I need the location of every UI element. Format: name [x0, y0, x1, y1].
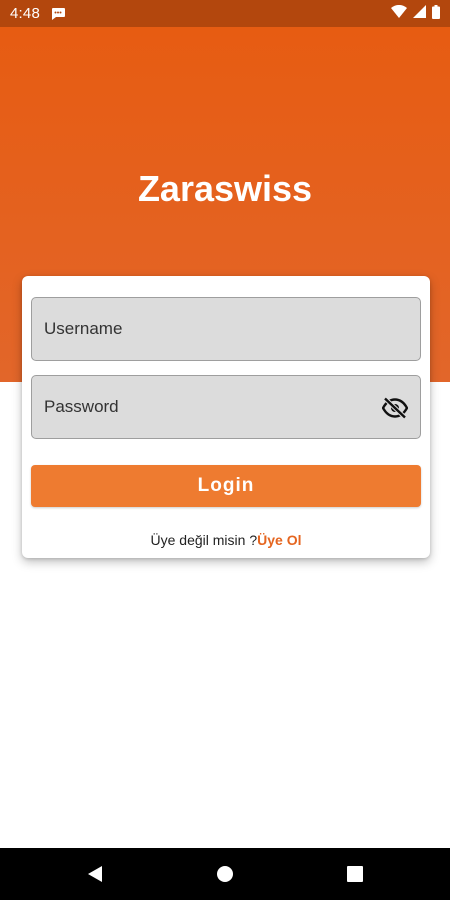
chat-notification-icon	[50, 7, 66, 21]
login-button[interactable]: Login	[31, 465, 421, 507]
eye-off-icon[interactable]	[382, 395, 408, 421]
signup-prompt: Üye değil misin ?	[150, 532, 258, 548]
signal-icon	[413, 5, 426, 22]
signup-link[interactable]: Üye Ol	[257, 532, 301, 548]
status-icons	[391, 4, 440, 23]
password-input[interactable]	[32, 376, 420, 438]
wifi-icon	[391, 4, 407, 22]
signup-row: Üye değil misin ?Üye Ol	[22, 532, 430, 548]
username-field[interactable]	[31, 297, 421, 361]
home-icon[interactable]	[215, 864, 235, 884]
login-card: Login Üye değil misin ?Üye Ol	[22, 276, 430, 558]
username-input[interactable]	[32, 298, 420, 360]
back-icon[interactable]	[85, 864, 105, 884]
battery-icon	[432, 4, 440, 23]
navigation-bar	[0, 848, 450, 900]
app-title: Zaraswiss	[137, 168, 313, 209]
status-time: 4:48	[10, 5, 40, 22]
password-field[interactable]	[31, 375, 421, 439]
recents-icon[interactable]	[345, 864, 365, 884]
status-bar: 4:48	[0, 0, 450, 27]
